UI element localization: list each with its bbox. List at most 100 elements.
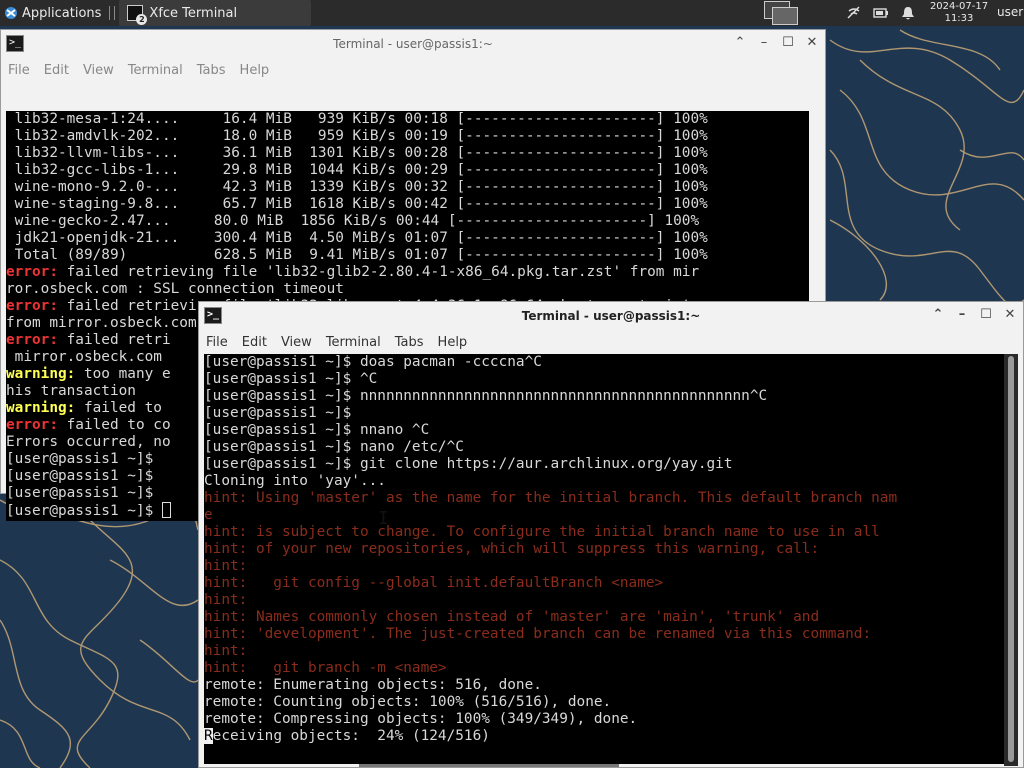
menu-help[interactable]: Help [431, 335, 475, 350]
menu-edit[interactable]: Edit [235, 335, 274, 350]
scrollbar-thumb[interactable] [1008, 356, 1014, 762]
terminal-line: jdk21-openjdk-21... 300.4 MiB 4.50 MiB/s… [6, 230, 809, 247]
applications-menu[interactable]: Applications [0, 0, 107, 26]
terminal-line: Receiving objects: 24% (124/516) [204, 728, 1004, 745]
terminal-line: [user@passis1 ~]$ nnano ^C [204, 422, 1004, 439]
terminal-text: lib32-amdvlk-202... 18.0 MiB 959 KiB/s 0… [6, 128, 708, 144]
terminal-icon: 2 [127, 5, 148, 25]
terminal-cursor: R [204, 728, 213, 744]
minimize-button[interactable]: – [953, 306, 971, 324]
terminal-text: his transaction [6, 383, 136, 399]
terminal-text: hint: 'development'. The just-created br… [204, 626, 872, 642]
menu-tabs[interactable]: Tabs [190, 63, 233, 78]
terminal-text: hint: Using 'master' as the name for the… [204, 490, 898, 506]
terminal-text: hint: git branch -m <name> [204, 660, 447, 676]
terminal-window-front[interactable]: >_ Terminal - user@passis1:~ ⌃ – ☐ ✕ Fil… [198, 301, 1024, 768]
terminal-text: error: [6, 332, 58, 348]
menubar: File Edit View Terminal Tabs Help [1, 58, 825, 82]
clock-time: 11:33 [944, 13, 974, 24]
terminal-text: wine-staging-9.8... 65.7 MiB 1618 KiB/s … [6, 196, 708, 212]
menu-terminal[interactable]: Terminal [319, 335, 388, 350]
workspace-2[interactable] [772, 7, 798, 25]
terminal-text: Total (89/89) 628.5 MiB 9.41 MiB/s 01:07… [6, 247, 708, 263]
top-panel: Applications 2 Xfce Terminal 2024-07-17 … [0, 0, 1024, 26]
terminal-line: hint: git branch -m <name> [204, 660, 1004, 677]
network-off-icon[interactable] [846, 5, 862, 21]
terminal-text: [user@passis1 ~]$ [6, 485, 154, 501]
menu-file[interactable]: File [1, 63, 37, 78]
terminal-line: wine-mono-9.2.0-... 42.3 MiB 1339 KiB/s … [6, 179, 809, 196]
terminal-text: failed to co [57, 417, 171, 433]
xfce-logo-icon [5, 7, 17, 19]
terminal-text: Errors occurred, no [6, 434, 171, 450]
taskbar-button-xfce-terminal[interactable]: 2 Xfce Terminal [119, 0, 312, 26]
terminal-line: lib32-amdvlk-202... 18.0 MiB 959 KiB/s 0… [6, 128, 809, 145]
window-titlebar[interactable]: >_ Terminal - user@passis1:~ ⌃ – ☐ ✕ [1, 30, 825, 58]
notification-bell-icon[interactable] [900, 5, 916, 21]
text-cursor-icon: I [378, 508, 389, 529]
terminal-text: jdk21-openjdk-21... 300.4 MiB 4.50 MiB/s… [6, 230, 708, 246]
terminal-text: ror.osbeck.com : SSL connection timeout [6, 281, 344, 297]
shade-button[interactable]: ⌃ [929, 306, 947, 324]
terminal-text: hint: git config --global init.defaultBr… [204, 575, 664, 591]
terminal-text: hint: [204, 643, 248, 659]
menu-view[interactable]: View [76, 63, 121, 78]
menu-tabs[interactable]: Tabs [388, 335, 431, 350]
terminal-icon: >_ [6, 35, 24, 52]
window-titlebar[interactable]: >_ Terminal - user@passis1:~ ⌃ – ☐ ✕ [199, 302, 1023, 330]
battery-icon[interactable] [873, 5, 889, 21]
terminal-text: [user@passis1 ~]$ git clone https://aur.… [204, 456, 733, 472]
close-button[interactable]: ✕ [803, 34, 821, 52]
terminal-text: remote: Compressing objects: 100% (349/3… [204, 711, 638, 727]
terminal-line: e [204, 507, 1004, 524]
terminal-line: [user@passis1 ~]$ git clone https://aur.… [204, 456, 1004, 473]
terminal-text: remote: Counting objects: 100% (516/516)… [204, 694, 612, 710]
terminal-text: error: [6, 417, 58, 433]
applications-label: Applications [22, 5, 102, 21]
minimize-button[interactable]: – [755, 34, 773, 52]
maximize-button[interactable]: ☐ [779, 34, 797, 52]
terminal-icon: >_ [204, 307, 222, 324]
menu-help[interactable]: Help [233, 63, 277, 78]
terminal-text: remote: Enumerating objects: 516, done. [204, 677, 542, 693]
clock[interactable]: 2024-07-17 11:33 [924, 1, 994, 25]
terminal-line: hint: is subject to change. To configure… [204, 524, 1004, 541]
terminal-text: hint: [204, 592, 248, 608]
taskbar-label: Xfce Terminal [149, 5, 238, 21]
terminal-line: lib32-mesa-1:24.... 16.4 MiB 939 KiB/s 0… [6, 111, 809, 128]
terminal-text: warning: [6, 366, 76, 382]
terminal-line: ror.osbeck.com : SSL connection timeout [6, 281, 809, 298]
window-resize-edge[interactable] [359, 764, 619, 767]
terminal-line: hint: Names commonly chosen instead of '… [204, 609, 1004, 626]
scrollbar[interactable] [1004, 354, 1018, 766]
terminal-line: remote: Compressing objects: 100% (349/3… [204, 711, 1004, 728]
terminal-text: [user@passis1 ~]$ doas pacman -ccccna^C [204, 354, 542, 370]
terminal-text: wine-gecko-2.47... 80.0 MiB 1856 KiB/s 0… [6, 213, 700, 229]
terminal-text: [user@passis1 ~]$ nnnnnnnnnnnnnnnnnnnnnn… [204, 388, 768, 404]
terminal-text: [user@passis1 ~]$ [204, 405, 352, 421]
workspace-switcher[interactable] [762, 1, 798, 25]
menu-edit[interactable]: Edit [37, 63, 76, 78]
shade-button[interactable]: ⌃ [731, 34, 749, 52]
terminal-text: [user@passis1 ~]$ [6, 451, 154, 467]
window-count-badge: 2 [136, 14, 148, 25]
maximize-button[interactable]: ☐ [977, 306, 995, 324]
terminal-line: Cloning into 'yay'... [204, 473, 1004, 490]
terminal-text: lib32-llvm-libs-... 36.1 MiB 1301 KiB/s … [6, 145, 708, 161]
menu-file[interactable]: File [199, 335, 235, 350]
terminal-line: lib32-gcc-libs-1... 29.8 MiB 1044 KiB/s … [6, 162, 809, 179]
terminal-text: e [204, 507, 213, 523]
terminal-text: [user@passis1 ~]$ ^C [204, 371, 378, 387]
terminal-text: hint: is subject to change. To configure… [204, 524, 880, 540]
terminal-text: lib32-gcc-libs-1... 29.8 MiB 1044 KiB/s … [6, 162, 708, 178]
terminal-text: wine-mono-9.2.0-... 42.3 MiB 1339 KiB/s … [6, 179, 708, 195]
terminal-text: [user@passis1 ~]$ nnano ^C [204, 422, 430, 438]
terminal-output[interactable]: [user@passis1 ~]$ doas pacman -ccccna^C[… [204, 354, 1004, 764]
user-menu[interactable]: user [997, 5, 1023, 19]
terminal-text: error: [6, 298, 58, 314]
menu-view[interactable]: View [274, 335, 319, 350]
terminal-text: hint: [204, 558, 248, 574]
terminal-text: failed retri [57, 332, 171, 348]
menu-terminal[interactable]: Terminal [121, 63, 190, 78]
close-button[interactable]: ✕ [1001, 306, 1019, 324]
